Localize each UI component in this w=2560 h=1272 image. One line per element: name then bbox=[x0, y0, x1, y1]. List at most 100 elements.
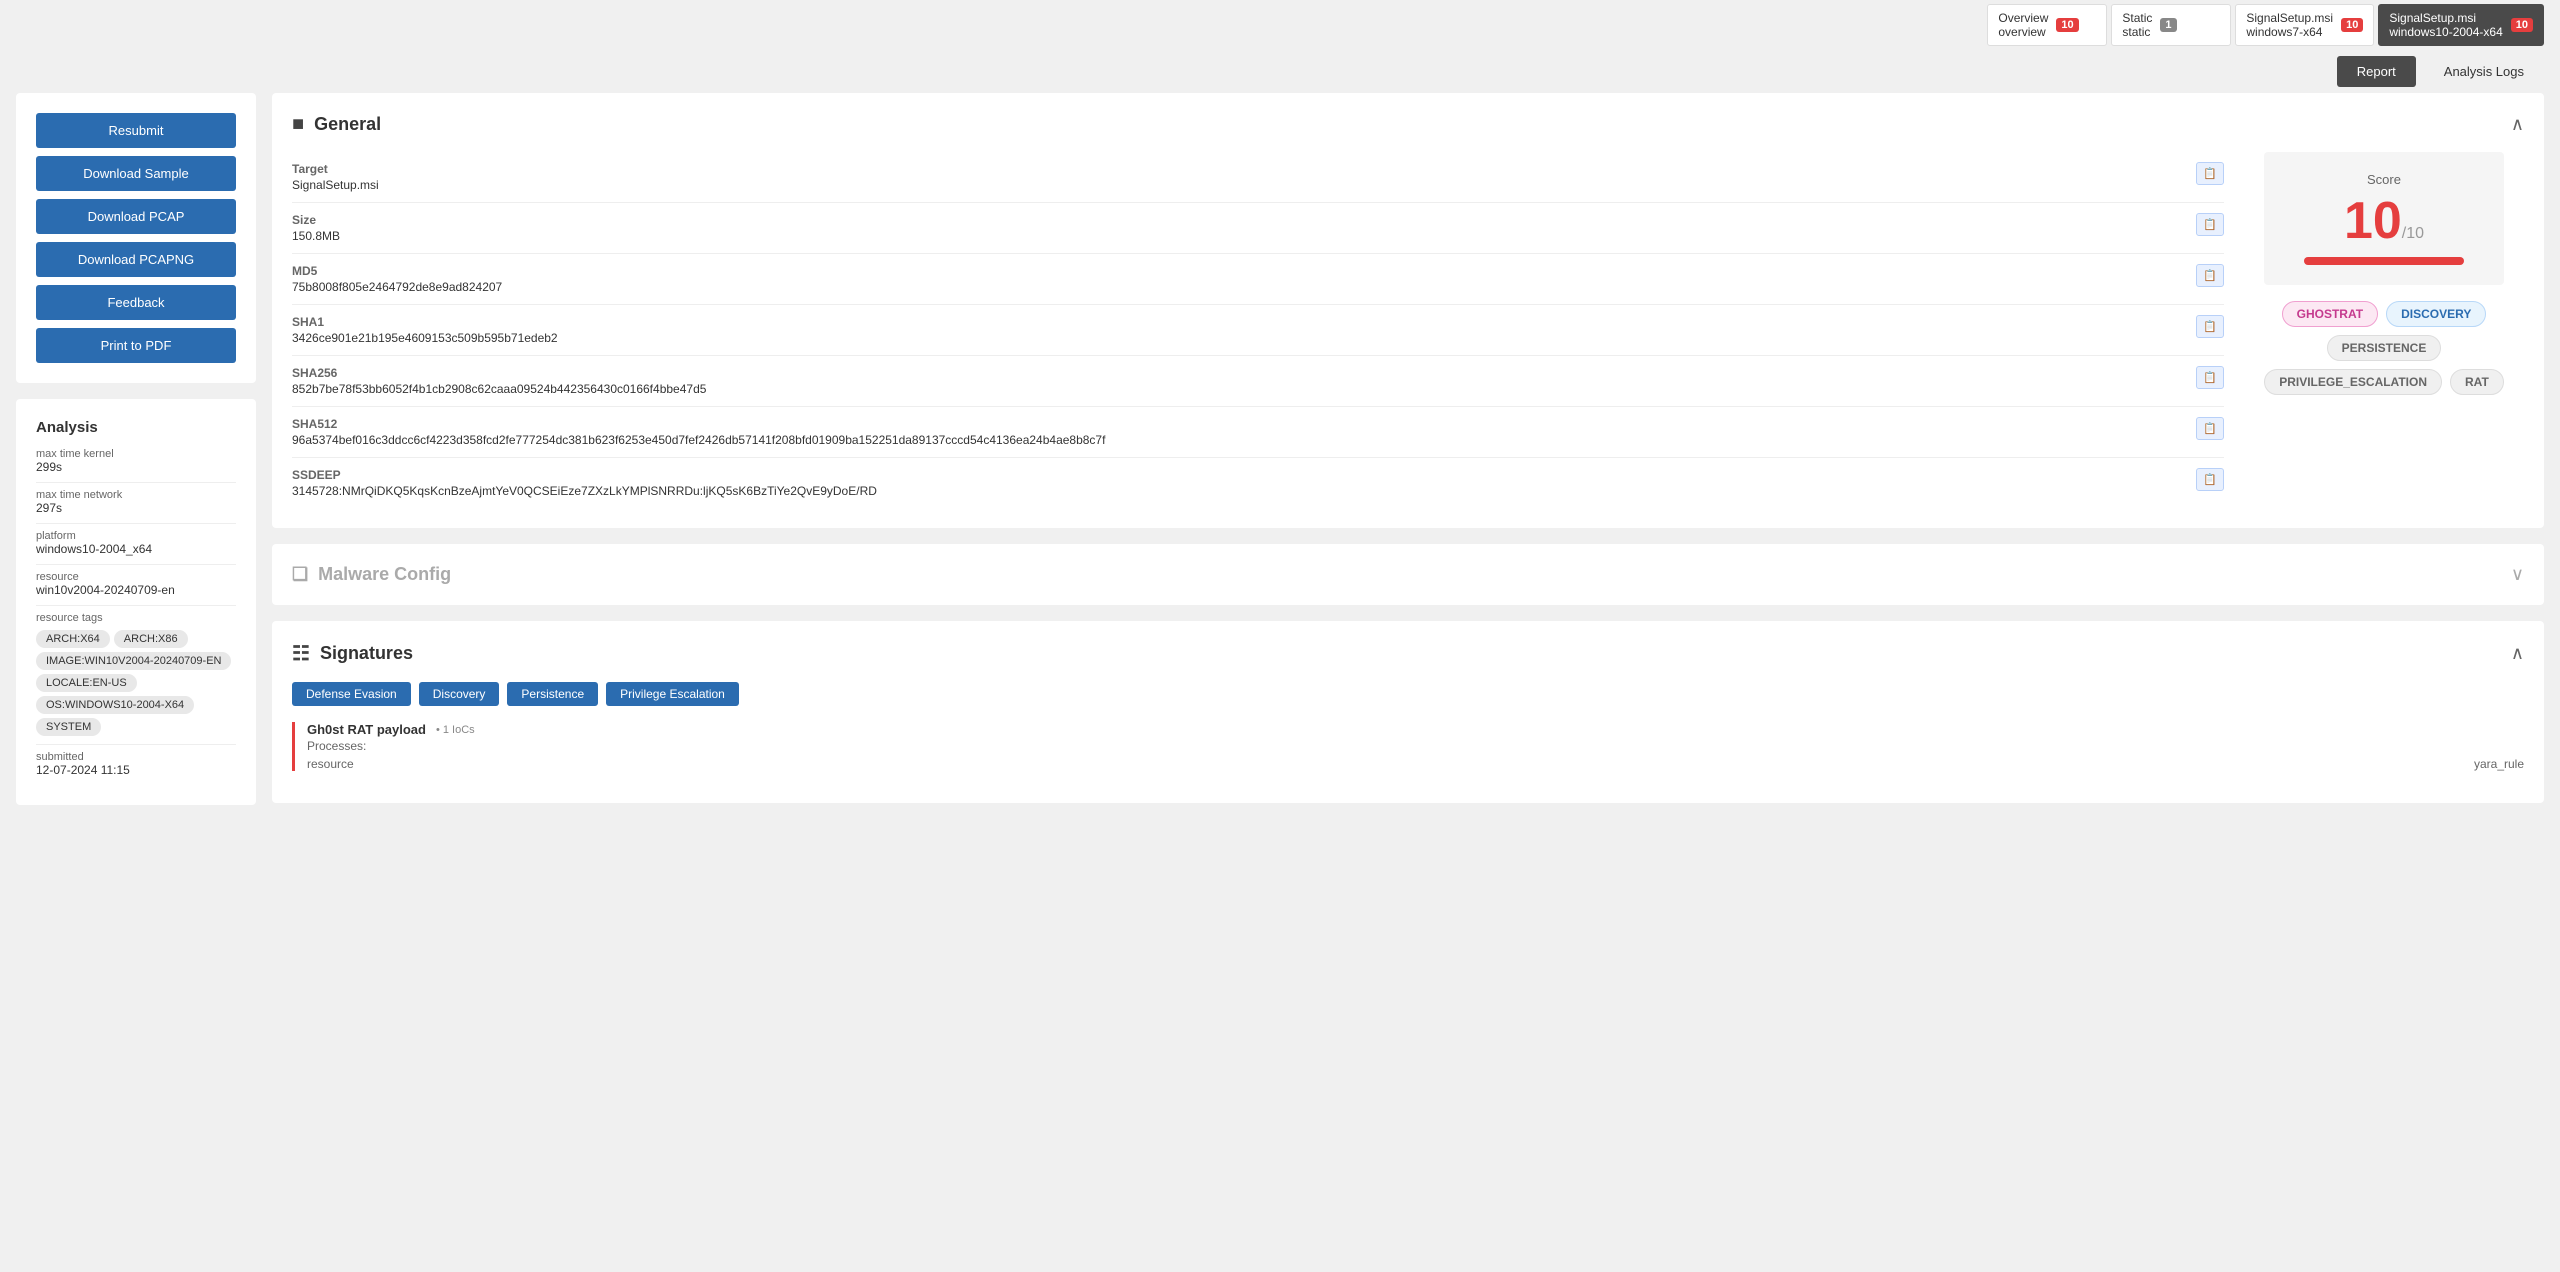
tab-windows7[interactable]: SignalSetup.msi windows7-x64 10 bbox=[2235, 4, 2374, 46]
copy-sha1-button[interactable]: 📋 bbox=[2196, 315, 2224, 338]
analysis-resource-tags: resource tags ARCH:X64 ARCH:X86 IMAGE:WI… bbox=[36, 612, 236, 736]
tab-windows10-badge: 10 bbox=[2511, 18, 2533, 32]
signature-filters: Defense Evasion Discovery Persistence Pr… bbox=[292, 682, 2524, 706]
copy-sha256-button[interactable]: 📋 bbox=[2196, 366, 2224, 389]
info-row-md5: MD5 75b8008f805e2464792de8e9ad824207 📋 bbox=[292, 254, 2224, 305]
tab-overview-line2: overview bbox=[1998, 25, 2048, 39]
download-sample-button[interactable]: Download Sample bbox=[36, 156, 236, 191]
info-label-ssdeep: SSDEEP bbox=[292, 468, 877, 482]
signature-item-0: Gh0st RAT payload • 1 IoCs Processes: re… bbox=[292, 722, 2524, 771]
sidebar: Resubmit Download Sample Download PCAP D… bbox=[16, 93, 256, 805]
tab-windows7-line2: windows7-x64 bbox=[2246, 25, 2333, 39]
sidebar-actions: Resubmit Download Sample Download PCAP D… bbox=[16, 93, 256, 383]
copy-ssdeep-button[interactable]: 📋 bbox=[2196, 468, 2224, 491]
copy-sha512-button[interactable]: 📋 bbox=[2196, 417, 2224, 440]
sig-meta: yara_rule bbox=[2474, 757, 2524, 771]
info-label-sha1: SHA1 bbox=[292, 315, 558, 329]
tag-os: OS:WINDOWS10-2004-X64 bbox=[36, 696, 194, 714]
filter-defense-evasion[interactable]: Defense Evasion bbox=[292, 682, 411, 706]
info-value-md5: 75b8008f805e2464792de8e9ad824207 bbox=[292, 280, 502, 294]
signatures-collapse-button[interactable]: ∧ bbox=[2511, 643, 2524, 664]
general-collapse-button[interactable]: ∧ bbox=[2511, 114, 2524, 135]
download-pcap-button[interactable]: Download PCAP bbox=[36, 199, 236, 234]
score-label: Score bbox=[2304, 172, 2464, 187]
analysis-title: Analysis bbox=[36, 419, 236, 436]
malware-config-title: ❏ Malware Config bbox=[292, 564, 451, 585]
resubmit-button[interactable]: Resubmit bbox=[36, 113, 236, 148]
signatures-card-title: ☷ Signatures bbox=[292, 641, 413, 666]
filter-discovery[interactable]: Discovery bbox=[419, 682, 500, 706]
copy-size-button[interactable]: 📋 bbox=[2196, 213, 2224, 236]
threat-tag-discovery[interactable]: DISCOVERY bbox=[2386, 301, 2486, 327]
tag-locale: LOCALE:EN-US bbox=[36, 674, 137, 692]
threat-tags: GHOSTRAT DISCOVERY PERSISTENCE PRIVILEGE… bbox=[2244, 301, 2524, 395]
analysis-resource: resource win10v2004-20240709-en bbox=[36, 571, 236, 597]
tag-image-win10: IMAGE:WIN10V2004-20240709-EN bbox=[36, 652, 231, 670]
filter-privilege-escalation[interactable]: Privilege Escalation bbox=[606, 682, 739, 706]
analysis-logs-button[interactable]: Analysis Logs bbox=[2424, 56, 2544, 87]
general-card: ■ General ∧ Target SignalSetup.msi 📋 bbox=[272, 93, 2544, 528]
signatures-card-header: ☷ Signatures ∧ bbox=[292, 641, 2524, 666]
info-row-ssdeep: SSDEEP 3145728:NMrQiDKQ5KqsKcnBzeAjmtYeV… bbox=[292, 458, 2224, 508]
tab-static-badge: 1 bbox=[2160, 18, 2176, 32]
sig-subtitle-0: Processes: bbox=[307, 739, 2524, 753]
malware-config-header: ❏ Malware Config ∨ bbox=[292, 564, 2524, 585]
info-value-size: 150.8MB bbox=[292, 229, 340, 243]
info-value-ssdeep: 3145728:NMrQiDKQ5KqsKcnBzeAjmtYeV0QCSEiE… bbox=[292, 484, 877, 498]
signatures-card: ☷ Signatures ∧ Defense Evasion Discovery… bbox=[272, 621, 2544, 803]
score-box: Score 10/10 bbox=[2264, 152, 2504, 285]
action-bar: Report Analysis Logs bbox=[0, 50, 2560, 93]
info-value-target: SignalSetup.msi bbox=[292, 178, 379, 192]
info-label-sha512: SHA512 bbox=[292, 417, 1105, 431]
tab-windows7-line1: SignalSetup.msi bbox=[2246, 11, 2333, 25]
sidebar-analysis: Analysis max time kernel 299s max time n… bbox=[16, 399, 256, 805]
info-row-sha256: SHA256 852b7be78f53bb6052f4b1cb2908c62ca… bbox=[292, 356, 2224, 407]
general-left: Target SignalSetup.msi 📋 Size 150.8MB 📋 bbox=[292, 152, 2224, 508]
info-label-target: Target bbox=[292, 162, 379, 176]
report-button[interactable]: Report bbox=[2337, 56, 2416, 87]
analysis-submitted: submitted 12-07-2024 11:15 bbox=[36, 751, 236, 777]
print-to-pdf-button[interactable]: Print to PDF bbox=[36, 328, 236, 363]
copy-target-button[interactable]: 📋 bbox=[2196, 162, 2224, 185]
copy-md5-button[interactable]: 📋 bbox=[2196, 264, 2224, 287]
sig-detail-row-0: resource yara_rule bbox=[307, 757, 2524, 771]
signatures-icon: ☷ bbox=[292, 641, 310, 666]
content-area: ■ General ∧ Target SignalSetup.msi 📋 bbox=[272, 93, 2544, 805]
score-max: /10 bbox=[2402, 225, 2424, 242]
info-label-md5: MD5 bbox=[292, 264, 502, 278]
tab-static-line2: static bbox=[2122, 25, 2152, 39]
tab-static-line1: Static bbox=[2122, 11, 2152, 25]
tab-static[interactable]: Static static 1 bbox=[2111, 4, 2231, 46]
tag-list: ARCH:X64 ARCH:X86 IMAGE:WIN10V2004-20240… bbox=[36, 630, 236, 736]
tag-arch-x64: ARCH:X64 bbox=[36, 630, 110, 648]
score-bar-fill bbox=[2304, 257, 2464, 265]
tab-windows7-badge: 10 bbox=[2341, 18, 2363, 32]
tab-overview[interactable]: Overview overview 10 bbox=[1987, 4, 2107, 46]
info-value-sha1: 3426ce901e21b195e4609153c509b595b71edeb2 bbox=[292, 331, 558, 345]
score-value: 10 bbox=[2344, 192, 2402, 250]
download-pcapng-button[interactable]: Download PCAPNG bbox=[36, 242, 236, 277]
tab-overview-line1: Overview bbox=[1998, 11, 2048, 25]
threat-tag-privilege-escalation[interactable]: PRIVILEGE_ESCALATION bbox=[2264, 369, 2442, 395]
threat-tag-rat[interactable]: RAT bbox=[2450, 369, 2504, 395]
malware-config-card: ❏ Malware Config ∨ bbox=[272, 544, 2544, 605]
sig-detail-value: resource bbox=[307, 757, 354, 771]
tab-windows10[interactable]: SignalSetup.msi windows10-2004-x64 10 bbox=[2378, 4, 2544, 46]
analysis-max-time-kernel: max time kernel 299s bbox=[36, 448, 236, 474]
feedback-button[interactable]: Feedback bbox=[36, 285, 236, 320]
threat-tag-ghostrat[interactable]: GHOSTRAT bbox=[2282, 301, 2378, 327]
threat-tag-persistence[interactable]: PERSISTENCE bbox=[2327, 335, 2442, 361]
info-value-sha512: 96a5374bef016c3ddcc6cf4223d358fcd2fe7772… bbox=[292, 433, 1105, 447]
info-row-sha1: SHA1 3426ce901e21b195e4609153c509b595b71… bbox=[292, 305, 2224, 356]
analysis-max-time-network: max time network 297s bbox=[36, 489, 236, 515]
malware-config-collapse-button[interactable]: ∨ bbox=[2511, 564, 2524, 585]
tag-system: SYSTEM bbox=[36, 718, 101, 736]
sig-iocs-0: • 1 IoCs bbox=[436, 724, 475, 736]
top-tabs: Overview overview 10 Static static 1 Sig… bbox=[0, 0, 2560, 50]
score-bar bbox=[2304, 257, 2464, 265]
filter-persistence[interactable]: Persistence bbox=[507, 682, 598, 706]
tab-windows10-line1: SignalSetup.msi bbox=[2389, 11, 2502, 25]
analysis-platform: platform windows10-2004_x64 bbox=[36, 530, 236, 556]
malware-config-icon: ❏ bbox=[292, 564, 308, 585]
tab-overview-badge: 10 bbox=[2056, 18, 2078, 32]
